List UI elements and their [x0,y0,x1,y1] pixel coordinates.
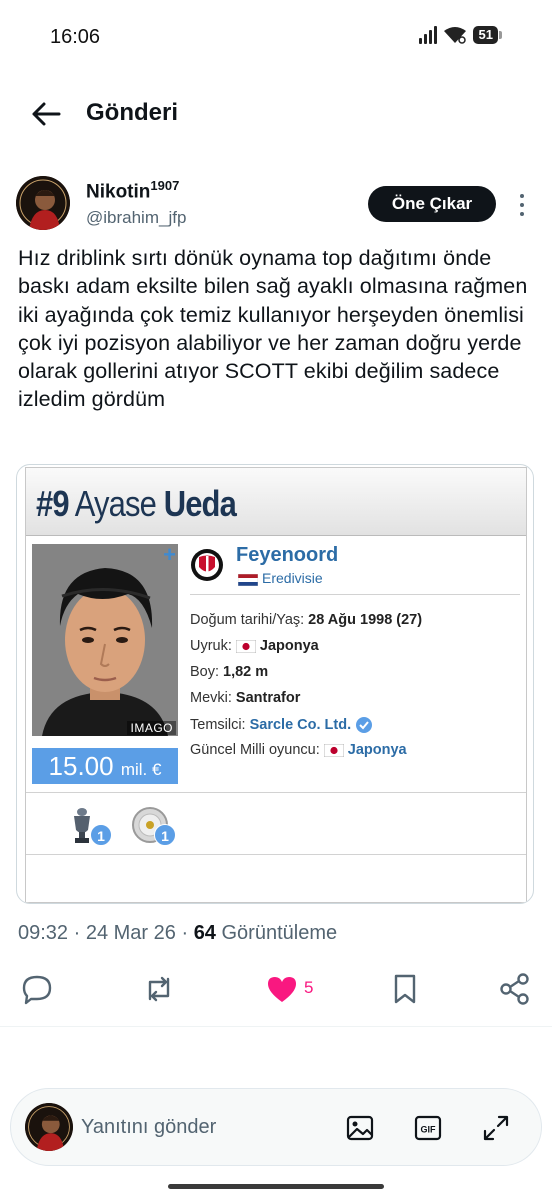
home-indicator[interactable] [168,1184,384,1189]
user-avatar [25,1103,73,1151]
card-divider [190,594,520,595]
player-number: #9 [36,483,70,524]
player-first-name: Ayase [74,483,157,524]
battery-icon: 51 [472,26,502,44]
market-value-unit: mil. € [120,760,162,779]
verified-icon [356,717,373,733]
reply-bar[interactable]: Yanıtını gönder GIF [10,1088,542,1166]
post-date: 24 Mar 26 [85,922,176,944]
highlight-button[interactable]: Öne Çıkar [368,186,496,222]
birth-row: Doğum tarihi/Yaş: 28 Ağu 1998 (27) [190,612,423,628]
battery-level: 51 [472,26,498,44]
signal-icon [418,26,437,44]
back-arrow-icon[interactable] [30,100,62,128]
bookmark-icon[interactable] [388,972,422,1006]
status-icons: 51 [418,26,502,44]
author-avatar[interactable] [16,176,70,230]
post-image-card[interactable]: #9 Ayase Ueda + IMAGO 15.00 mil. € Feyen… [16,464,534,904]
svg-text:GIF: GIF [421,1125,437,1135]
player-last-name: Ueda [163,483,237,524]
feyenoord-logo-icon [191,549,223,581]
card-divider [26,854,526,855]
image-icon[interactable] [345,1113,375,1143]
post-meta: 09:32 · 24 Mar 26 · 64 Görüntüleme [18,922,338,944]
trophy-count: 1 [90,824,112,846]
share-icon[interactable] [498,972,532,1006]
japan-flag-icon [235,639,256,653]
more-options-icon[interactable] [512,192,532,218]
player-title: #9 Ayase Ueda [36,483,237,525]
post-time: 09:32 [18,922,69,944]
like-icon[interactable] [265,972,299,1006]
market-value-amount: 15.00 [48,751,114,781]
author-name[interactable]: Nikotin1907 [86,178,179,203]
player-profile-card: #9 Ayase Ueda + IMAGO 15.00 mil. € Feyen… [25,467,527,903]
nationality-row: Uyruk: Japonya [190,638,319,654]
expand-icon[interactable] [481,1113,511,1143]
post-actions [0,970,552,1010]
player-photo: + IMAGO [32,544,178,736]
add-icon[interactable]: + [163,544,176,568]
status-bar: 16:06 51 [0,0,552,76]
card-divider [26,792,526,793]
actions-divider [0,1026,552,1027]
netherlands-flag-icon [238,574,258,586]
height-row: Boy: 1,82 m [190,664,269,680]
trophy-count: 1 [154,824,176,846]
japan-flag-icon [323,743,344,757]
league-name: Eredivisie [262,570,323,586]
national-team-link[interactable]: Japonya [348,742,407,758]
views-label[interactable]: Görüntüleme [222,922,338,944]
gif-icon[interactable]: GIF [413,1113,443,1143]
club-name: Feyenoord [236,544,339,566]
card-title-bar: #9 Ayase Ueda [26,468,526,536]
author-name-sup: 1907 [150,178,180,193]
agent-row: Temsilci: Sarcle Co. Ltd. [190,716,373,734]
reply-input[interactable]: Yanıtını gönder [81,1116,216,1139]
views-count: 64 [193,922,216,944]
photo-credit: IMAGO [127,721,176,735]
post-text: Hız driblink sırtı dönük oynama top dağı… [18,246,528,412]
repost-icon[interactable] [142,972,176,1006]
status-time: 16:06 [50,26,101,48]
agent-link[interactable]: Sarcle Co. Ltd. [250,717,352,733]
app-header: Gönderi [0,80,552,146]
market-value: 15.00 mil. € [32,748,178,784]
page-title: Gönderi [86,99,179,126]
position-row: Mevki: Santrafor [190,690,301,706]
wifi-icon [443,27,466,44]
author-handle[interactable]: @ibrahim_jfp [86,208,186,228]
national-team-row: Güncel Milli oyuncu: Japonya [190,742,407,758]
like-count[interactable]: 5 [304,978,313,998]
reply-icon[interactable] [20,972,54,1006]
